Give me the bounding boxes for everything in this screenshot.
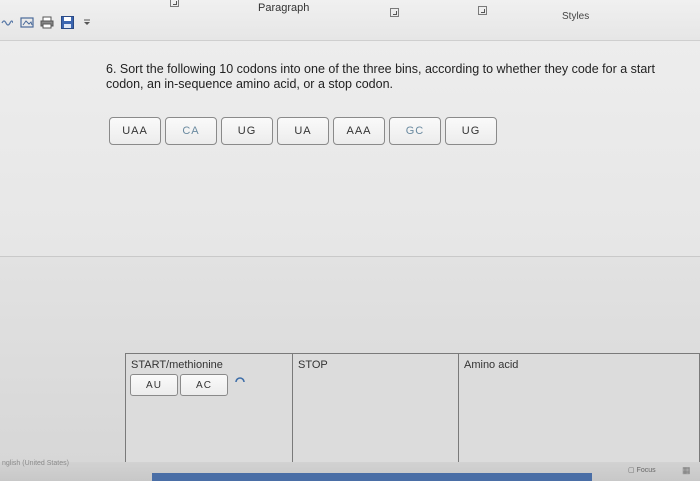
- wave-icon[interactable]: [0, 15, 14, 29]
- codon-tile[interactable]: UG: [445, 117, 497, 145]
- taskbar-strip: [152, 473, 592, 481]
- ribbon: Paragraph Styles: [0, 0, 700, 41]
- styles-group-label: Styles: [562, 11, 590, 22]
- codon-tile[interactable]: UAA: [109, 117, 161, 145]
- quick-access-toolbar: [0, 12, 94, 32]
- codon-bank: UAA CA UG UA AAA GC UG: [109, 117, 497, 145]
- codon-tile[interactable]: AC: [180, 374, 228, 396]
- bin-label: Amino acid: [464, 359, 519, 371]
- app-window: Paragraph Styles 6. Sort the following 1…: [0, 0, 700, 481]
- paragraph-group-label: Paragraph: [258, 2, 310, 14]
- codon-tile[interactable]: AU: [130, 374, 178, 396]
- bin-amino-acid[interactable]: Amino acid: [459, 353, 700, 468]
- codon-tile[interactable]: GC: [389, 117, 441, 145]
- paragraph-dialog-launcher-icon[interactable]: [390, 8, 399, 17]
- focus-label: Focus: [636, 467, 656, 474]
- codon-tile[interactable]: AAA: [333, 117, 385, 145]
- photo-icon[interactable]: [20, 15, 34, 29]
- language-status[interactable]: nglish (United States): [2, 460, 69, 467]
- question-text: 6. Sort the following 10 codons into one…: [106, 62, 655, 91]
- view-layout-icon[interactable]: ▦: [682, 465, 691, 476]
- bin-start-methionine[interactable]: START/methionine AU AC: [125, 353, 293, 468]
- codon-tile[interactable]: UG: [221, 117, 273, 145]
- section-divider: [0, 256, 700, 257]
- codon-tile[interactable]: CA: [165, 117, 217, 145]
- focus-mode-button[interactable]: ▢ Focus: [628, 466, 656, 474]
- bin-items: AU AC: [130, 374, 248, 396]
- bin-stop[interactable]: STOP: [293, 353, 459, 468]
- loading-cursor-icon: [234, 376, 248, 390]
- bin-label: STOP: [298, 359, 328, 371]
- customize-dropdown-icon[interactable]: [80, 15, 94, 29]
- focus-icon: ▢: [628, 467, 635, 474]
- bin-label: START/methionine: [131, 359, 223, 371]
- font-dialog-launcher-icon[interactable]: [170, 0, 179, 7]
- print-icon[interactable]: [40, 15, 54, 29]
- save-icon[interactable]: [60, 15, 74, 29]
- styles-launcher-icon[interactable]: [478, 6, 487, 15]
- codon-tile[interactable]: UA: [277, 117, 329, 145]
- sorting-bins: START/methionine AU AC STOP Amino acid: [125, 353, 700, 468]
